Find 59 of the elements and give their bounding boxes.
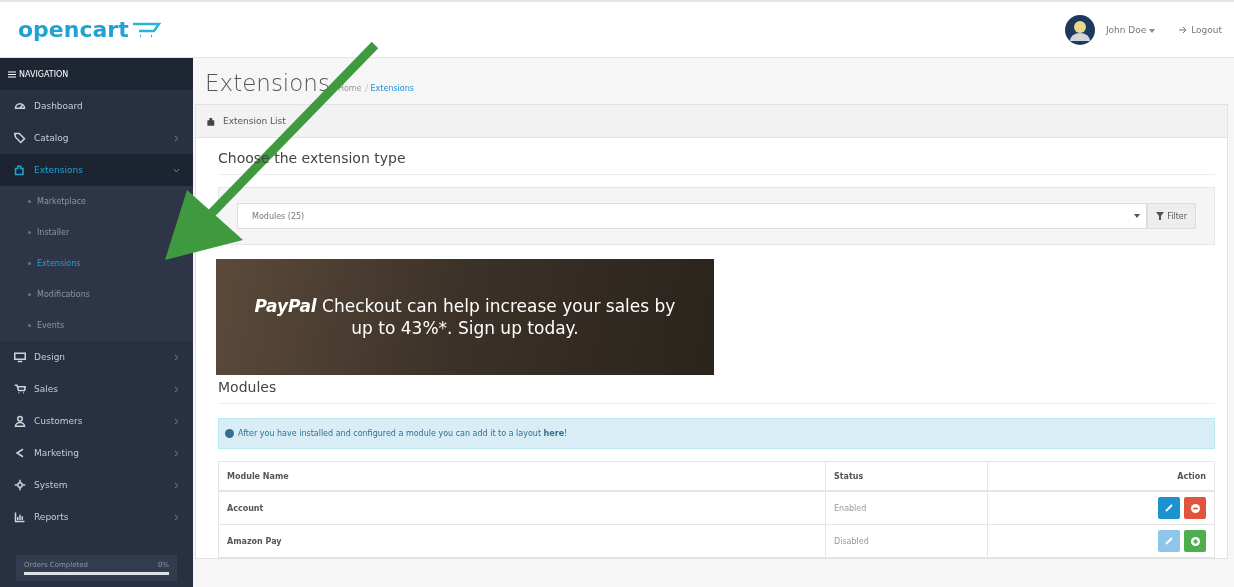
menu-item[interactable]: System bbox=[0, 469, 193, 501]
promo-banner[interactable]: PayPal Checkout can help increase your sales by up to 43%*. Sign up today. bbox=[216, 259, 714, 375]
plus-circle-icon bbox=[1190, 536, 1200, 546]
section-title: Modules bbox=[218, 375, 1215, 404]
menu-item[interactable]: Reports bbox=[0, 501, 193, 533]
logout-icon bbox=[1179, 25, 1189, 34]
menu-item[interactable]: Customers bbox=[0, 405, 193, 437]
table-cell: Account bbox=[218, 491, 826, 525]
menu-item[interactable]: Design bbox=[0, 341, 193, 373]
puzzle-icon bbox=[206, 115, 217, 127]
panel-title: Extension List bbox=[223, 116, 286, 126]
banner-headline: PayPal Checkout can help increase your sales by up to 43%*. Sign up today. bbox=[253, 294, 677, 340]
cart-icon bbox=[14, 383, 26, 395]
user-menu[interactable]: John Doe bbox=[1105, 24, 1156, 35]
navigation-heading: NAVIGATION bbox=[19, 69, 69, 79]
filter-button[interactable]: Filter bbox=[1147, 203, 1196, 229]
submenu-item[interactable]: Modifications bbox=[24, 288, 94, 301]
avatar-icon[interactable] bbox=[1063, 13, 1096, 46]
menu-item[interactable]: Catalog bbox=[0, 122, 193, 154]
puzzle-icon bbox=[14, 164, 26, 176]
type-select[interactable]: Modules (25) bbox=[237, 203, 1148, 229]
table-cell: Enabled bbox=[825, 491, 988, 525]
page-title: Extensions bbox=[205, 70, 330, 96]
breadcrumb-link[interactable]: Extensions bbox=[370, 84, 414, 93]
table-cell: Disabled bbox=[825, 524, 988, 558]
share-icon bbox=[14, 447, 26, 459]
alert-text: After you have installed and configured a module you can add it to a layout here! bbox=[238, 429, 568, 438]
table-cell: Amazon Pay bbox=[218, 524, 826, 558]
menu-icon bbox=[8, 70, 16, 78]
filter-icon bbox=[1156, 212, 1165, 220]
column-header: Module Name bbox=[218, 461, 826, 491]
submenu-item[interactable]: Installer bbox=[24, 226, 74, 239]
menu-item[interactable]: Dashboard bbox=[0, 90, 193, 122]
submenu-item[interactable]: Events bbox=[24, 319, 69, 332]
menu-item[interactable]: Sales bbox=[0, 373, 193, 405]
column-header: Action bbox=[987, 461, 1215, 491]
dashboard-icon bbox=[14, 100, 26, 112]
pencil-icon bbox=[1165, 537, 1173, 545]
caret-icon bbox=[1134, 214, 1141, 218]
install-button[interactable] bbox=[1184, 530, 1206, 552]
tag-icon bbox=[14, 132, 26, 144]
opencart-logo[interactable]: opencart bbox=[18, 17, 129, 42]
chart-icon bbox=[14, 511, 26, 523]
cart-icon bbox=[130, 20, 161, 39]
uninstall-button[interactable] bbox=[1184, 497, 1206, 519]
logout-link[interactable]: Logout bbox=[1179, 24, 1222, 35]
user-icon bbox=[14, 415, 26, 427]
edit-button[interactable] bbox=[1158, 497, 1180, 519]
menu-item[interactable]: Marketing bbox=[0, 437, 193, 469]
monitor-icon bbox=[14, 351, 26, 363]
menu-item[interactable]: Extensions bbox=[0, 154, 193, 186]
pencil-icon bbox=[1165, 504, 1173, 512]
caret-icon bbox=[1149, 28, 1156, 33]
info-icon bbox=[225, 429, 234, 438]
submenu-item[interactable]: Extensions bbox=[24, 257, 85, 270]
column-header: Status bbox=[825, 461, 988, 491]
edit-button[interactable] bbox=[1158, 530, 1180, 552]
minus-circle-icon bbox=[1190, 503, 1200, 513]
submenu-item[interactable]: Marketplace bbox=[24, 195, 91, 208]
